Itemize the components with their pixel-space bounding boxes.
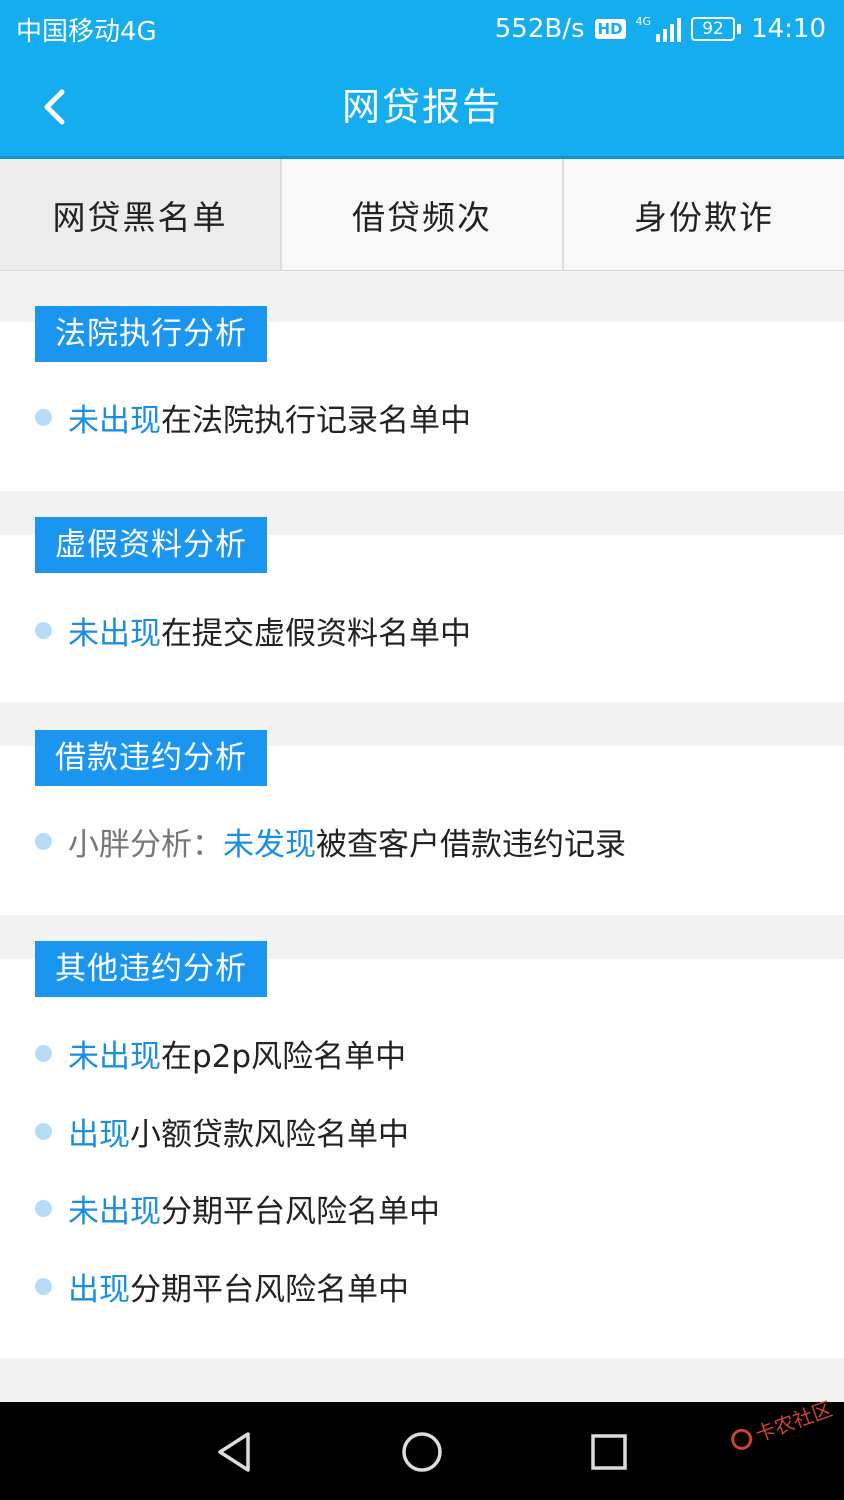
analysis-prefix: 小胖分析： (68, 826, 223, 863)
tab-identity-fraud[interactable]: 身份欺诈 (564, 159, 844, 270)
list-item: 出现 分期平台风险名单中 (35, 1261, 409, 1311)
nav-home-button[interactable] (397, 1428, 447, 1476)
page-title: 网贷报告 (341, 85, 502, 129)
bullet-dot (35, 832, 52, 850)
section-other-default: 其他违约分析 未出现 在p2p风险名单中 出现 小额贷款风险名单中 未出现 分期… (0, 941, 844, 1358)
bullet-dot (35, 1199, 52, 1217)
battery-icon: 92 (691, 17, 742, 41)
status-highlight: 出现 (68, 1271, 130, 1308)
status-bar: 中国移动4G 552B/s HD 4G 92 14:10 (0, 0, 844, 58)
list-item: 小胖分析： 未发现 被查客户借款违约记录 (35, 816, 626, 866)
section-tag: 其他违约分析 (35, 941, 267, 997)
status-highlight: 未发现 (223, 826, 316, 863)
chevron-left-icon (44, 89, 65, 125)
triangle-back-icon (218, 1432, 250, 1472)
signal-icon: 4G (636, 16, 682, 42)
nav-back-button[interactable] (210, 1428, 260, 1476)
list-item: 未出现 分期平台风险名单中 (35, 1183, 440, 1233)
square-recents-icon (591, 1434, 627, 1470)
circle-home-icon (402, 1432, 442, 1472)
section-loan-default: 借款违约分析 小胖分析： 未发现 被查客户借款违约记录 (0, 730, 844, 915)
status-highlight: 未出现 (68, 402, 161, 439)
list-item: 未出现 在p2p风险名单中 (35, 1028, 406, 1078)
tab-borrowing-frequency[interactable]: 借贷频次 (282, 159, 564, 270)
hd-icon: HD (594, 19, 626, 39)
bullet-dot (35, 408, 52, 426)
clock: 14:10 (751, 14, 826, 44)
section-court-execution: 法院执行分析 未出现 在法院执行记录名单中 (0, 306, 844, 491)
section-tag: 法院执行分析 (35, 306, 267, 362)
battery-level: 92 (691, 17, 736, 41)
carrier-label: 中国移动4G (16, 16, 157, 47)
tab-bar: 网贷黑名单 借贷频次 身份欺诈 (0, 156, 844, 271)
section-tag: 虚假资料分析 (35, 517, 267, 573)
status-highlight: 未出现 (68, 1193, 161, 1230)
bullet-dot (35, 1277, 52, 1295)
bullet-dot (35, 621, 52, 639)
list-item: 未出现 在提交虚假资料名单中 (35, 605, 471, 655)
system-nav-bar (0, 1402, 844, 1500)
list-item: 出现 小额贷款风险名单中 (35, 1106, 409, 1156)
section-false-info: 虚假资料分析 未出现 在提交虚假资料名单中 (0, 517, 844, 702)
nav-recents-button[interactable] (584, 1428, 634, 1476)
status-indicators: 552B/s HD 4G 92 14:10 (495, 14, 826, 44)
network-speed: 552B/s (494, 14, 585, 44)
status-highlight: 出现 (68, 1116, 130, 1153)
bullet-dot (35, 1044, 52, 1062)
status-highlight: 未出现 (68, 615, 161, 652)
back-button[interactable] (30, 80, 80, 134)
title-bar: 网贷报告 (0, 58, 844, 156)
section-tag: 借款违约分析 (35, 730, 267, 786)
bullet-dot (35, 1122, 52, 1140)
network-type-label: 4G (635, 15, 652, 28)
tab-blacklist[interactable]: 网贷黑名单 (0, 159, 282, 270)
list-item: 未出现 在法院执行记录名单中 (35, 392, 471, 442)
status-highlight: 未出现 (68, 1038, 161, 1075)
